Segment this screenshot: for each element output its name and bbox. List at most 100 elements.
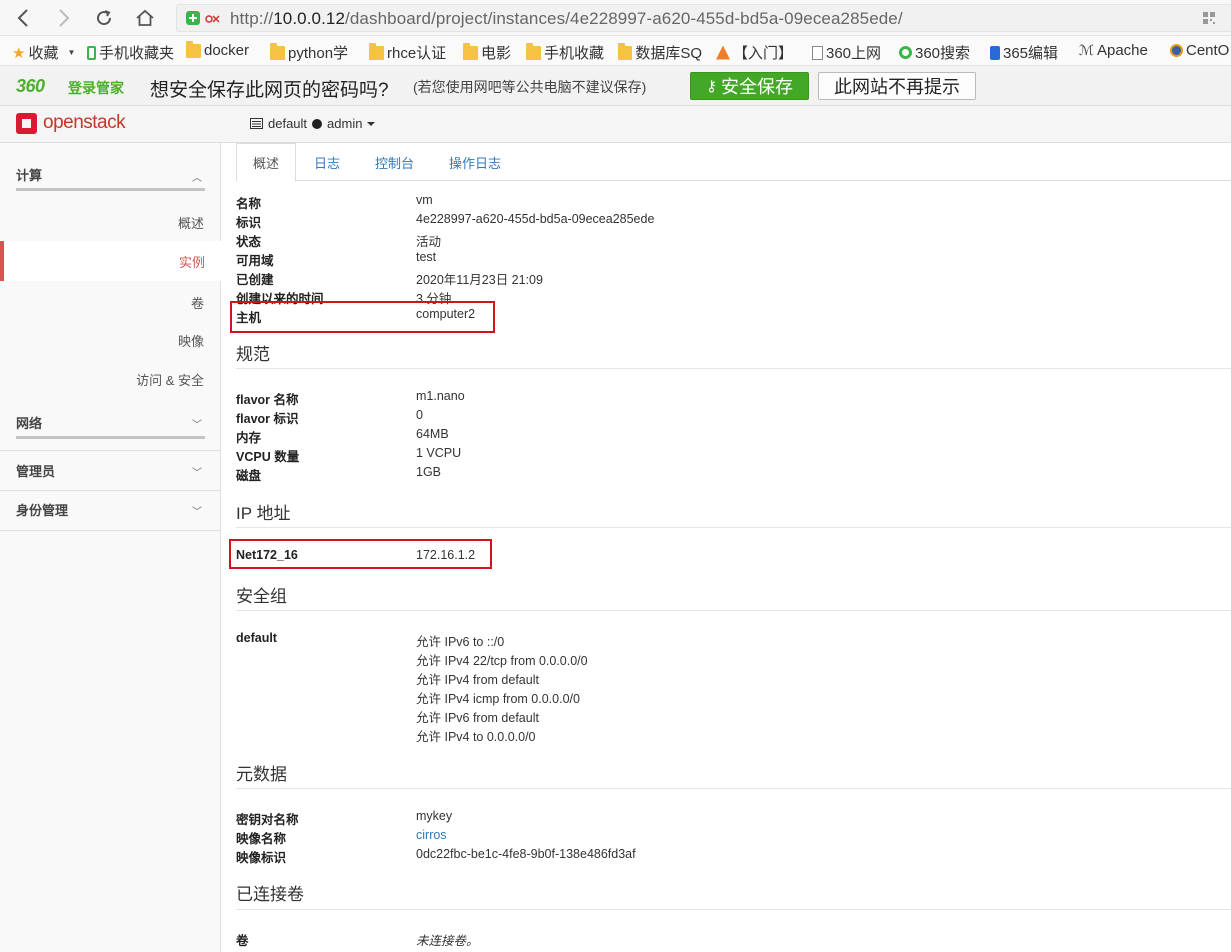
bookmarks-bar: ★ 收藏 ▼ 手机收藏夹 docker python学 rhce认证 电影 手机… [0,36,1231,66]
qr-code-icon[interactable] [1203,12,1215,24]
sidebar-item-overview[interactable]: 概述 [178,213,204,232]
star-icon: ★ [12,44,26,62]
bookmark-database[interactable]: 数据库SQ [618,42,702,63]
cert-warning-icon[interactable] [205,13,220,25]
sidebar-item-access-security[interactable]: 访问 & 安全 [136,370,204,389]
phone-icon [87,45,96,60]
chevron-down-icon: ﹀ [192,420,202,431]
site-icon [1170,44,1183,57]
section-title-volumes: 已连接卷 [236,885,304,904]
bookmark-phone-saved[interactable]: 手机收藏 [526,42,604,63]
sidebar-section-network[interactable]: 网络 ﹀ [0,413,221,437]
shield-icon[interactable] [185,10,201,26]
security-rule: 允许 IPv4 from default [416,673,539,687]
chevron-up-icon: ︿ [192,173,202,184]
openstack-header: openstack default admin [0,106,1231,143]
tab-console[interactable]: 控制台 [375,143,414,181]
bookmark-365-editor[interactable]: 365编辑 [990,42,1064,63]
folder-icon [270,42,285,60]
bookmark-apache[interactable]: ℳ Apache [1079,42,1148,59]
section-title-ip: IP 地址 [236,504,291,523]
security-rule: 允许 IPv4 22/tcp from 0.0.0.0/0 [416,654,588,668]
sidebar-item-label: 实例 [178,255,205,270]
search-site-icon [899,46,912,59]
back-icon[interactable] [10,5,36,31]
folder-icon [463,42,478,60]
bookmark-favorites[interactable]: ★ 收藏 ▼ [12,42,75,63]
section-underline [16,188,205,191]
section-underline [16,436,205,439]
tab-overview[interactable]: 概述 [236,143,297,182]
image-link[interactable]: cirros [416,828,447,842]
sidebar-item-volumes[interactable]: 卷 [191,293,204,312]
bookmark-intro[interactable]: 【入门】 [716,42,793,63]
never-prompt-button[interactable]: 此网站不再提示 [818,72,976,100]
folder-icon [186,40,201,58]
sidebar-section-compute[interactable]: 计算 ︿ [0,165,221,189]
logo-360: 360 [16,76,45,96]
bookmark-docker[interactable]: docker [186,40,249,59]
bookmark-centos[interactable]: CentO [1170,42,1231,59]
caret-down-icon [367,121,376,126]
sidebar-section-identity[interactable]: 身份管理 ﹀ [0,500,221,524]
divider [0,530,221,531]
password-manager-bar: 360 登录管家 想安全保存此网页的密码吗? (若您使用网吧等公共电脑不建议保存… [0,66,1231,106]
site-icon [990,45,1000,60]
tab-log[interactable]: 日志 [314,143,340,181]
page-icon [812,45,823,60]
separator-dot-icon [312,118,323,129]
reload-icon[interactable] [91,5,117,31]
chevron-down-icon: ﹀ [192,468,202,479]
bookmark-python[interactable]: python学 [270,42,354,63]
divider [236,527,1231,528]
sidebar-item-images[interactable]: 映像 [178,331,204,350]
safe-save-button[interactable]: ⚷ 安全保存 [690,72,809,100]
bookmark-360-search[interactable]: 360搜索 [899,42,970,63]
sidebar-item-instances[interactable]: 实例 [0,241,221,281]
bookmark-rhce[interactable]: rhce认证 [369,42,446,63]
divider [236,909,1231,910]
highlight-box-host [230,301,495,333]
bookmark-360-web[interactable]: 360上网 [812,42,886,63]
security-rule: 允许 IPv6 from default [416,711,539,725]
home-icon[interactable] [132,5,158,31]
sidebar-section-admin[interactable]: 管理员 ﹀ [0,461,221,485]
feather-icon: ℳ [1079,42,1094,58]
folder-icon [526,42,541,60]
divider [236,788,1231,789]
section-title-metadata: 元数据 [236,765,287,784]
password-save-note: (若您使用网吧等公共电脑不建议保存) [413,79,647,95]
chevron-down-icon: ﹀ [192,507,202,518]
url-text[interactable]: http://10.0.0.12/dashboard/project/insta… [230,9,903,29]
sidebar: 计算 ︿ 概述 实例 卷 映像 访问 & 安全 网络 ﹀ 管理员 ﹀ 身份管理 … [0,143,221,952]
folder-icon [369,42,384,60]
browser-toolbar: http://10.0.0.12/dashboard/project/insta… [0,0,1231,36]
highlight-box-ip [229,539,492,569]
detail-tabs: 概述 日志 控制台 操作日志 [236,143,1231,182]
security-rule: 允许 IPv6 to ::/0 [416,635,505,649]
divider [0,490,221,491]
logo-subtitle: 登录管家 [68,80,124,96]
tab-action-log[interactable]: 操作日志 [449,143,501,181]
bookmark-movies[interactable]: 电影 [463,42,511,63]
folder-icon [618,42,633,60]
server-icon [250,118,263,129]
openstack-logo-icon [16,112,37,134]
openstack-logo[interactable]: openstack [16,112,126,134]
divider [0,450,221,451]
forward-icon[interactable] [51,5,77,31]
password-save-question: 想安全保存此网页的密码吗? [150,80,389,101]
section-title-security-group: 安全组 [236,587,287,606]
section-title-spec: 规范 [236,345,270,364]
key-icon: ⚷ [706,78,717,95]
divider [236,368,1231,369]
divider [236,610,1231,611]
project-selector[interactable]: default admin [250,116,376,131]
security-rule: 允许 IPv4 icmp from 0.0.0.0/0 [416,692,580,706]
bookmark-phone-favorites[interactable]: 手机收藏夹 [87,42,174,63]
dropdown-arrow-icon: ▼ [67,48,76,57]
security-rule: 允许 IPv4 to 0.0.0.0/0 [416,730,536,744]
site-icon [716,45,730,60]
instance-detail: 概述 日志 控制台 操作日志 名称 vm 标识 4e228997-a620-455d… [222,143,1231,952]
address-bar[interactable]: http://10.0.0.12/dashboard/project/insta… [176,4,1231,32]
